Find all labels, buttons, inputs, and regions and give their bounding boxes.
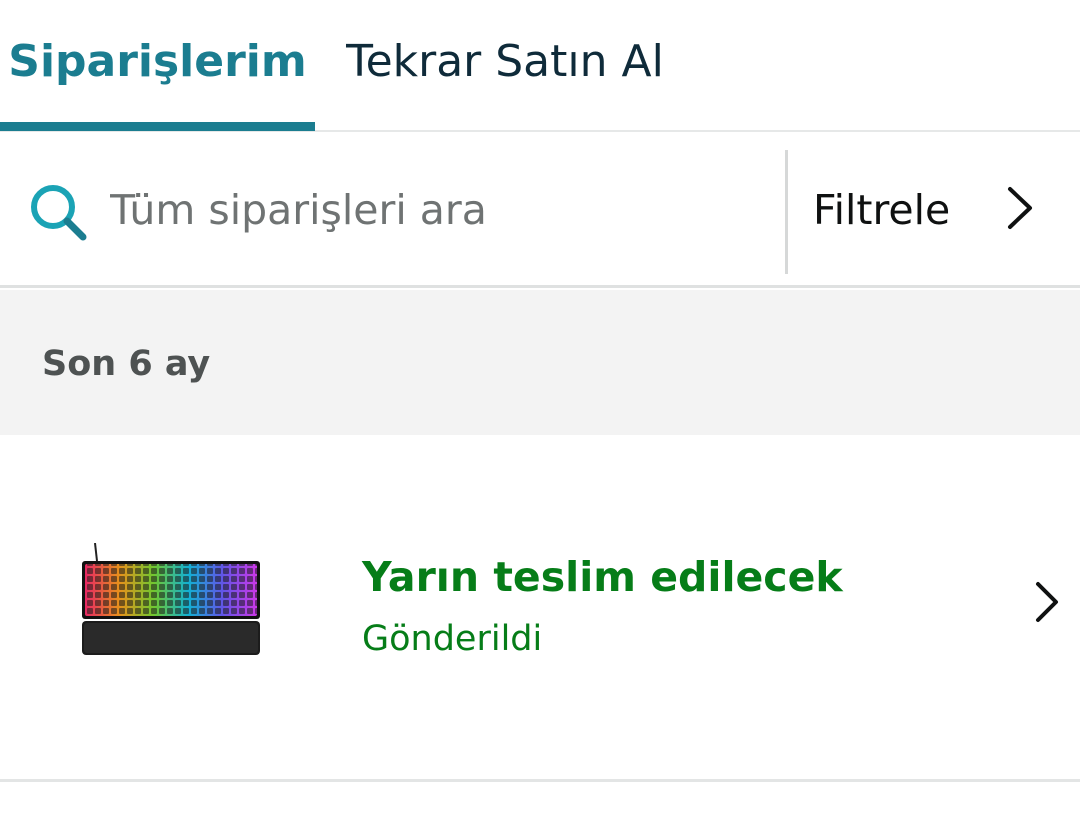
search-icon: [31, 185, 87, 241]
order-shipping-status: Gönderildi: [362, 619, 543, 659]
order-delivery-status: Yarın teslim edilecek: [362, 553, 843, 601]
order-list-item[interactable]: Yarın teslim edilecek Gönderildi: [0, 435, 1080, 782]
chevron-right-icon: [1036, 582, 1058, 622]
filter-button[interactable]: Filtrele: [788, 132, 1080, 285]
order-search-box[interactable]: [0, 132, 786, 285]
search-filter-row: Filtrele: [0, 132, 1080, 288]
rgb-keyboard-product-image: [82, 543, 260, 655]
order-search-input[interactable]: [110, 180, 750, 240]
section-title: Son 6 ay: [42, 344, 211, 384]
active-tab-indicator: [0, 122, 315, 131]
chevron-right-icon: [1008, 187, 1032, 229]
tab-buy-again[interactable]: Tekrar Satın Al: [330, 0, 680, 130]
order-tabs: Siparişlerim Tekrar Satın Al: [0, 0, 1080, 132]
tab-my-orders[interactable]: Siparişlerim: [0, 0, 315, 130]
time-period-section-header: Son 6 ay: [0, 290, 1080, 435]
filter-label: Filtrele: [813, 186, 951, 234]
